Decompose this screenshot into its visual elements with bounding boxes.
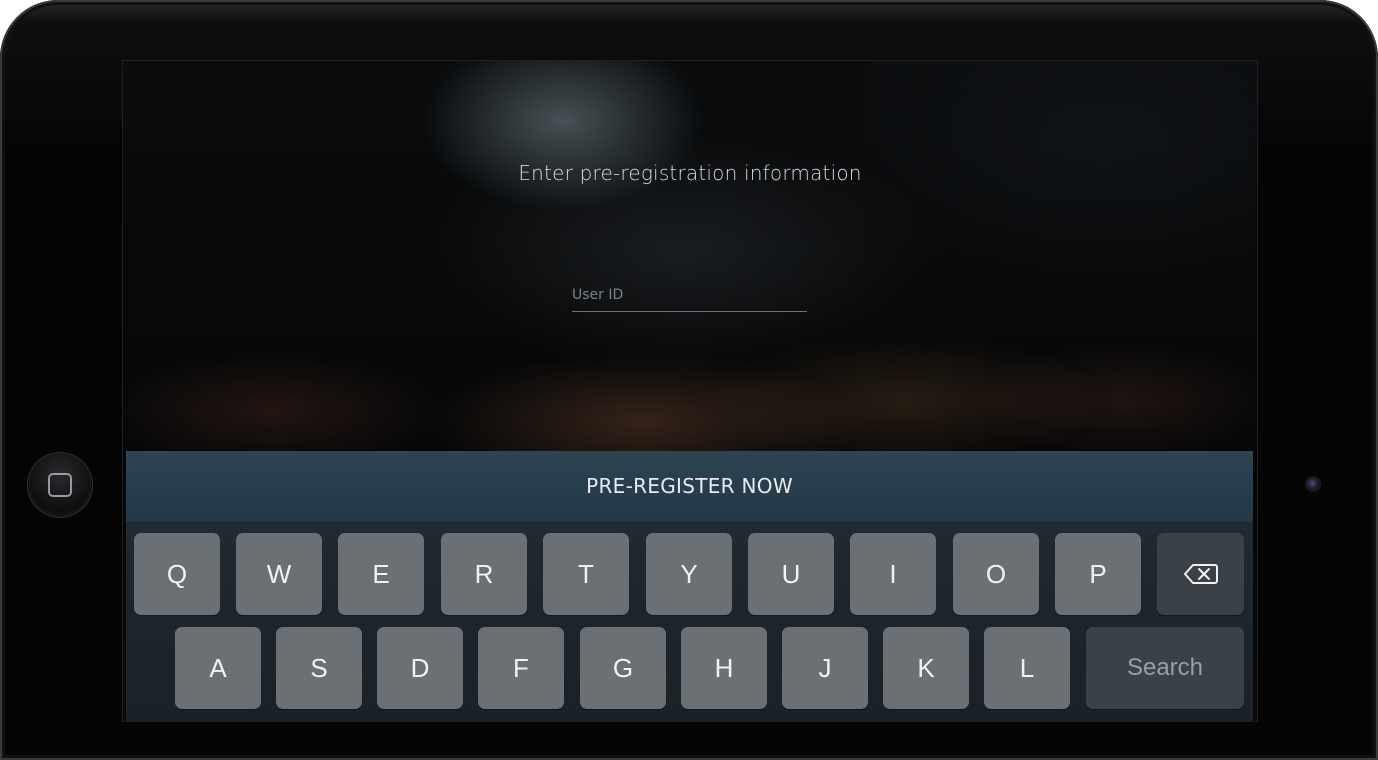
search-key[interactable]: Search xyxy=(1086,627,1244,709)
home-button[interactable] xyxy=(28,453,92,517)
user-id-field[interactable] xyxy=(572,281,807,312)
key-y[interactable]: Y xyxy=(646,533,732,615)
page-title: Enter pre-registration information xyxy=(518,161,862,185)
backspace-icon xyxy=(1183,564,1218,584)
backspace-key[interactable] xyxy=(1157,533,1244,615)
key-r[interactable]: R xyxy=(441,533,527,615)
key-h[interactable]: H xyxy=(681,627,767,709)
key-q[interactable]: Q xyxy=(134,533,220,615)
key-o[interactable]: O xyxy=(953,533,1039,615)
key-s[interactable]: S xyxy=(276,627,362,709)
app-screen: Enter pre-registration information PRE-R… xyxy=(122,60,1258,722)
key-g[interactable]: G xyxy=(580,627,666,709)
on-screen-keyboard: Q W E R T Y U I O P A S D F G H J K L Se… xyxy=(126,522,1253,721)
key-l[interactable]: L xyxy=(984,627,1070,709)
key-p[interactable]: P xyxy=(1055,533,1141,615)
key-a[interactable]: A xyxy=(175,627,261,709)
tablet-device: Enter pre-registration information PRE-R… xyxy=(0,0,1378,760)
user-id-input[interactable] xyxy=(572,281,807,309)
key-f[interactable]: F xyxy=(478,627,564,709)
pre-register-button[interactable]: PRE-REGISTER NOW xyxy=(126,451,1253,522)
key-k[interactable]: K xyxy=(883,627,969,709)
key-w[interactable]: W xyxy=(236,533,322,615)
key-u[interactable]: U xyxy=(748,533,834,615)
key-d[interactable]: D xyxy=(377,627,463,709)
key-t[interactable]: T xyxy=(543,533,629,615)
key-j[interactable]: J xyxy=(782,627,868,709)
key-e[interactable]: E xyxy=(338,533,424,615)
home-button-icon xyxy=(48,473,72,497)
key-i[interactable]: I xyxy=(850,533,936,615)
front-camera-icon xyxy=(1306,477,1320,491)
